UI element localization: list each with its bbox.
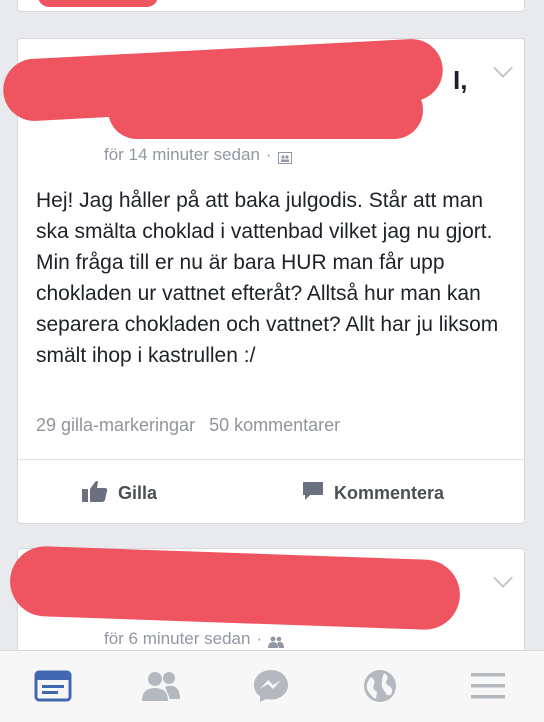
chevron-down-icon[interactable] <box>493 568 513 588</box>
previous-post-card <box>17 0 525 12</box>
post-body: Hej! Jag håller på att baka julgodis. St… <box>36 189 499 367</box>
group-icon <box>277 149 292 164</box>
chevron-down-icon[interactable] <box>493 58 513 78</box>
author-header[interactable]: I, <box>1 37 467 139</box>
post-card: I, för 14 minuter sedan · Hej! Jag hålle… <box>1 37 525 524</box>
messenger-icon[interactable] <box>246 661 296 711</box>
comment-icon <box>302 481 324 506</box>
menu-icon[interactable] <box>463 661 513 711</box>
redaction-mark <box>8 545 462 631</box>
like-button[interactable]: Gilla <box>82 471 157 515</box>
post-meta: för 6 minuter sedan · <box>104 629 285 649</box>
news-feed-icon[interactable] <box>28 661 78 711</box>
like-count[interactable]: 29 gilla-markeringar <box>36 415 195 436</box>
post-stats: 29 gilla-markeringar 50 kommentarer <box>36 415 340 436</box>
thumbs-up-icon <box>82 480 108 507</box>
post-meta: för 14 minuter sedan · <box>104 145 292 165</box>
meta-separator: · <box>265 145 272 164</box>
meta-separator: · <box>256 629 263 648</box>
bottom-navigation <box>0 650 544 722</box>
author-name-fragment: I, <box>453 65 468 95</box>
post-timestamp[interactable]: för 14 minuter sedan <box>104 145 260 165</box>
redaction-mark <box>108 81 423 139</box>
comment-count[interactable]: 50 kommentarer <box>209 415 340 436</box>
like-label: Gilla <box>118 482 158 503</box>
friend-requests-icon[interactable] <box>136 661 186 711</box>
comment-button[interactable]: Kommentera <box>302 471 444 515</box>
friends-icon <box>268 633 285 648</box>
redaction-mark <box>38 0 158 7</box>
post-timestamp[interactable]: för 6 minuter sedan <box>104 629 250 649</box>
comment-label: Kommentera <box>334 482 445 503</box>
notifications-globe-icon[interactable] <box>355 661 405 711</box>
divider <box>18 459 524 460</box>
